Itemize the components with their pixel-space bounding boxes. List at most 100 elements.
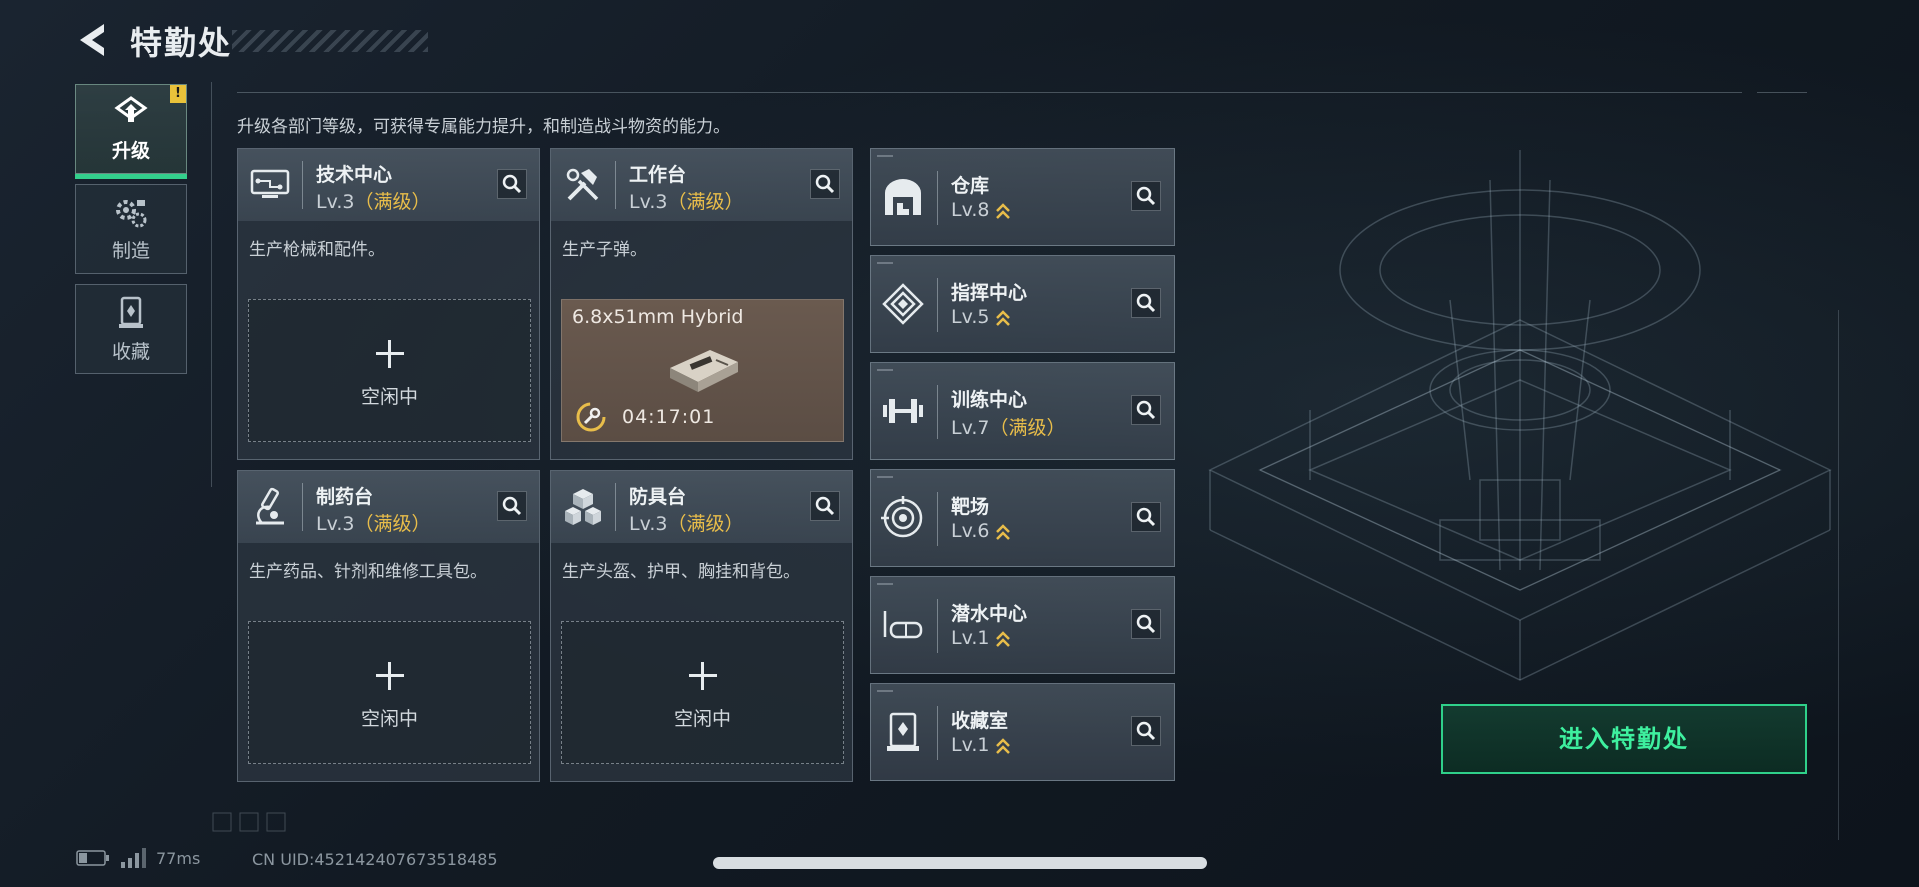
facility-card-tech-center[interactable]: 技术中心 Lv.3（满级） 生产枪械和配件。 空闲中 xyxy=(237,148,540,460)
slot-status: 空闲中 xyxy=(673,708,731,730)
tab-label: 制造 xyxy=(111,239,150,262)
command-center-icon xyxy=(882,283,924,325)
max-level-tag: （满级） xyxy=(354,513,431,535)
facility-description: 生产药品、针剂和维修工具包。 xyxy=(249,562,487,582)
home-indicator[interactable] xyxy=(713,857,1207,869)
alert-badge: ! xyxy=(170,85,186,103)
search-icon xyxy=(1136,721,1156,741)
separator xyxy=(937,171,938,225)
facility-header: 技术中心 Lv.3（满级） xyxy=(238,149,539,221)
collection-icon xyxy=(119,296,143,328)
plus-icon xyxy=(375,662,404,690)
facility-description: 生产头盔、护甲、胸挂和背包。 xyxy=(562,562,800,582)
divider xyxy=(1757,92,1807,93)
plus-icon xyxy=(688,662,717,690)
inspect-button[interactable] xyxy=(1131,181,1161,211)
facility-level: Lv.3（满级） xyxy=(316,191,431,213)
pharmacy-icon xyxy=(256,487,284,525)
dumbbell-icon xyxy=(883,399,923,423)
production-slot-idle[interactable]: 空闲中 xyxy=(561,621,844,764)
title-decoration xyxy=(232,30,428,52)
facility-description: 生产子弹。 xyxy=(562,240,647,260)
room-level: Lv.6 xyxy=(951,520,1011,542)
inspect-button[interactable] xyxy=(1131,502,1161,532)
room-row-shooting-range[interactable]: 靶场 Lv.6 xyxy=(870,469,1175,567)
decorative-squares xyxy=(212,812,286,832)
facility-card-workbench[interactable]: 工作台 Lv.3（满级） 生产子弹。 6.8x51mm Hybrid 04:17… xyxy=(550,148,853,460)
room-level: Lv.1 xyxy=(951,627,1011,649)
gears-icon xyxy=(116,199,147,227)
production-slot-idle[interactable]: 空闲中 xyxy=(248,299,531,442)
divider xyxy=(237,92,1742,93)
armor-bench-icon xyxy=(565,489,601,525)
production-slot-active[interactable]: 6.8x51mm Hybrid 04:17:01 xyxy=(561,299,844,442)
search-icon xyxy=(502,496,522,516)
tab-collection[interactable]: 收藏 xyxy=(75,284,187,374)
wrench-timer-icon xyxy=(576,402,606,432)
facility-card-armor-bench[interactable]: 防具台 Lv.3（满级） 生产头盔、护甲、胸挂和背包。 空闲中 xyxy=(550,470,853,782)
workbench-icon xyxy=(566,168,599,201)
separator xyxy=(302,483,303,531)
facility-card-pharmacy[interactable]: 制药台 Lv.3（满级） 生产药品、针剂和维修工具包。 空闲中 xyxy=(237,470,540,782)
room-level: Lv.5 xyxy=(951,306,1011,328)
facility-name: 技术中心 xyxy=(316,164,393,186)
search-icon xyxy=(815,496,835,516)
slot-status: 空闲中 xyxy=(360,708,418,730)
room-row-warehouse[interactable]: 仓库 Lv.8 xyxy=(870,148,1175,246)
inspect-button[interactable] xyxy=(1131,716,1161,746)
diving-mask-icon xyxy=(883,611,923,639)
ping-readout: 77ms xyxy=(156,848,201,868)
max-level-tag: （满级） xyxy=(354,191,431,213)
inspect-button[interactable] xyxy=(1131,288,1161,318)
slot-status: 空闲中 xyxy=(360,386,418,408)
target-icon xyxy=(881,496,923,538)
intro-text: 升级各部门等级，可获得专属能力提升，和制造战斗物资的能力。 xyxy=(237,117,730,137)
room-name: 指挥中心 xyxy=(951,282,1028,304)
inspect-button[interactable] xyxy=(810,491,840,521)
facility-header: 防具台 Lv.3（满级） xyxy=(551,471,852,543)
crafting-item-name: 6.8x51mm Hybrid xyxy=(572,306,744,328)
room-row-training-center[interactable]: 训练中心 Lv.7（满级） xyxy=(870,362,1175,460)
room-name: 收藏室 xyxy=(951,710,1009,732)
facility-name: 防具台 xyxy=(629,486,687,508)
upgrade-icon xyxy=(114,95,148,122)
inspect-button[interactable] xyxy=(810,169,840,199)
room-name: 训练中心 xyxy=(951,389,1028,411)
warehouse-icon xyxy=(885,179,921,215)
battery-icon xyxy=(76,850,109,866)
separator xyxy=(937,278,938,332)
search-icon xyxy=(1136,614,1156,634)
tab-crafting[interactable]: 制造 xyxy=(75,184,187,274)
search-icon xyxy=(502,174,522,194)
facility-wireframe-art xyxy=(1208,150,1832,681)
separator xyxy=(937,599,938,653)
facility-header: 制药台 Lv.3（满级） xyxy=(238,471,539,543)
upgrade-chevron-icon xyxy=(996,202,1011,219)
search-icon xyxy=(1136,186,1156,206)
inspect-button[interactable] xyxy=(1131,609,1161,639)
room-row-command-center[interactable]: 指挥中心 Lv.5 xyxy=(870,255,1175,353)
room-name: 潜水中心 xyxy=(951,603,1028,625)
max-level-tag: （满级） xyxy=(667,513,744,535)
plus-icon xyxy=(375,340,404,368)
upgrade-chevron-icon xyxy=(996,630,1011,647)
production-slot-idle[interactable]: 空闲中 xyxy=(248,621,531,764)
facility-level: Lv.3（满级） xyxy=(316,513,431,535)
facility-name: 制药台 xyxy=(316,486,374,508)
separator xyxy=(937,385,938,439)
tab-label: 升级 xyxy=(111,139,150,162)
separator xyxy=(302,161,303,209)
enter-special-ops-button[interactable]: 进入特勤处 xyxy=(1441,704,1807,774)
facility-name: 工作台 xyxy=(629,164,687,186)
inspect-button[interactable] xyxy=(1131,395,1161,425)
page-title: 特勤处 xyxy=(130,24,233,62)
inspect-button[interactable] xyxy=(497,169,527,199)
back-arrow-icon[interactable] xyxy=(74,20,114,60)
tab-upgrade[interactable]: ! 升级 xyxy=(75,84,187,179)
upgrade-chevron-icon xyxy=(996,309,1011,326)
room-row-diving-center[interactable]: 潜水中心 Lv.1 xyxy=(870,576,1175,674)
room-row-collection-room[interactable]: 收藏室 Lv.1 xyxy=(870,683,1175,781)
inspect-button[interactable] xyxy=(497,491,527,521)
upgrade-chevron-icon xyxy=(996,737,1011,754)
status-bar: 77ms xyxy=(76,848,200,868)
